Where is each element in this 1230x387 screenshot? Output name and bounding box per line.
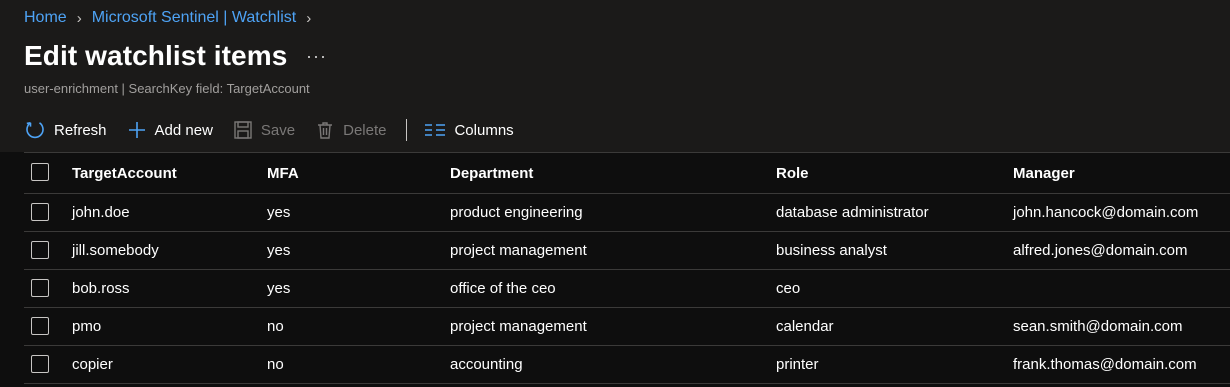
watchlist-items-grid: TargetAccount MFA Department Role Manage… xyxy=(24,152,1230,384)
cell-department[interactable]: project management xyxy=(450,232,587,269)
breadcrumb-home-link[interactable]: Home xyxy=(24,9,67,27)
cell-mfa[interactable]: no xyxy=(267,346,284,383)
toolbar-divider xyxy=(406,119,408,141)
cell-department[interactable]: project management xyxy=(450,308,587,345)
columns-icon xyxy=(425,124,446,136)
row-checkbox[interactable] xyxy=(31,240,49,259)
table-row[interactable]: john.doe yes product engineering databas… xyxy=(24,194,1230,232)
cell-mfa[interactable]: yes xyxy=(267,232,290,269)
cell-manager[interactable]: alfred.jones@domain.com xyxy=(1013,232,1187,269)
delete-button[interactable]: Delete xyxy=(315,120,386,140)
row-checkbox[interactable] xyxy=(31,354,49,373)
row-checkbox[interactable] xyxy=(31,316,49,335)
cell-targetaccount[interactable]: bob.ross xyxy=(72,270,130,307)
cell-manager[interactable]: sean.smith@domain.com xyxy=(1013,308,1182,345)
cell-mfa[interactable]: yes xyxy=(267,270,290,307)
columns-label: Columns xyxy=(454,121,514,139)
table-row[interactable]: copier no accounting printer frank.thoma… xyxy=(24,346,1230,384)
delete-label: Delete xyxy=(343,121,387,139)
cell-role[interactable]: database administrator xyxy=(776,194,929,231)
cell-manager[interactable]: frank.thomas@domain.com xyxy=(1013,346,1197,383)
command-bar: Refresh Add new Save Delete Columns xyxy=(24,114,534,146)
cell-mfa[interactable]: no xyxy=(267,308,284,345)
table-row[interactable]: jill.somebody yes project management bus… xyxy=(24,232,1230,270)
save-label: Save xyxy=(260,121,296,139)
refresh-label: Refresh xyxy=(54,121,107,139)
table-row[interactable]: pmo no project management calendar sean.… xyxy=(24,308,1230,346)
page-header-area: Home › Microsoft Sentinel | Watchlist › … xyxy=(0,0,1230,152)
cell-role[interactable]: printer xyxy=(776,346,819,383)
column-header-manager[interactable]: Manager xyxy=(1013,153,1075,193)
cell-targetaccount[interactable]: pmo xyxy=(72,308,101,345)
cell-department[interactable]: accounting xyxy=(450,346,523,383)
cell-role[interactable]: business analyst xyxy=(776,232,887,269)
refresh-icon xyxy=(26,122,44,139)
cell-role[interactable]: ceo xyxy=(776,270,800,307)
cell-targetaccount[interactable]: john.doe xyxy=(72,194,130,231)
column-header-targetaccount[interactable]: TargetAccount xyxy=(72,153,177,193)
cell-targetaccount[interactable]: jill.somebody xyxy=(72,232,159,269)
table-row[interactable]: bob.ross yes office of the ceo ceo xyxy=(24,270,1230,308)
refresh-button[interactable]: Refresh xyxy=(24,119,107,141)
chevron-right-icon: › xyxy=(306,9,312,27)
page-subtitle: user-enrichment | SearchKey field: Targe… xyxy=(24,81,310,96)
cell-mfa[interactable]: yes xyxy=(267,194,290,231)
cell-department[interactable]: office of the ceo xyxy=(450,270,556,307)
cell-manager[interactable]: john.hancock@domain.com xyxy=(1013,194,1198,231)
page-title: Edit watchlist items xyxy=(24,40,288,71)
breadcrumb-watchlist-link[interactable]: Microsoft Sentinel | Watchlist xyxy=(92,9,297,27)
select-all-checkbox[interactable] xyxy=(31,163,49,181)
column-header-role[interactable]: Role xyxy=(776,153,809,193)
column-header-mfa[interactable]: MFA xyxy=(267,153,299,193)
columns-button[interactable]: Columns xyxy=(424,120,514,140)
add-new-button[interactable]: Add new xyxy=(127,120,213,140)
cell-targetaccount[interactable]: copier xyxy=(72,346,113,383)
row-checkbox[interactable] xyxy=(31,202,49,221)
cell-role[interactable]: calendar xyxy=(776,308,834,345)
table-header-row: TargetAccount MFA Department Role Manage… xyxy=(24,152,1230,194)
more-options-button[interactable]: ··· xyxy=(306,46,327,67)
save-icon xyxy=(234,121,252,139)
cell-department[interactable]: product engineering xyxy=(450,194,583,231)
trash-icon xyxy=(318,122,333,139)
chevron-right-icon: › xyxy=(76,9,82,27)
row-checkbox[interactable] xyxy=(31,278,49,297)
save-button[interactable]: Save xyxy=(233,120,295,140)
breadcrumb: Home › Microsoft Sentinel | Watchlist › xyxy=(24,9,321,27)
add-new-label: Add new xyxy=(154,121,213,139)
column-header-department[interactable]: Department xyxy=(450,153,533,193)
plus-icon xyxy=(128,122,145,138)
